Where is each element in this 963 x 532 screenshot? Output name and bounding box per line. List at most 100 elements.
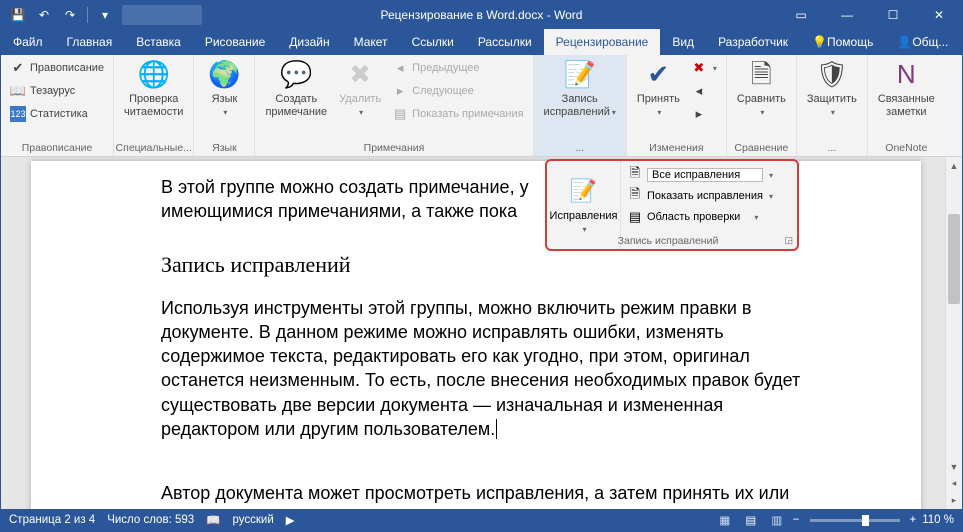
dialog-launcher-icon[interactable]: ◲ xyxy=(784,235,793,246)
spell-check-status[interactable]: 📖 xyxy=(206,513,220,527)
previous-label: Предыдущее xyxy=(412,62,479,74)
maximize-button[interactable]: ☐ xyxy=(870,1,916,29)
zoom-level[interactable]: 110 % xyxy=(922,514,954,526)
protect-icon: 🛡 xyxy=(816,59,848,91)
new-comment-label: Создать примечание xyxy=(265,93,327,118)
chevron-down-icon: ▾ xyxy=(831,108,835,117)
chevron-down-icon: ▾ xyxy=(657,108,661,117)
customize-qat-button[interactable]: ▾ xyxy=(94,4,116,26)
linked-notes-button[interactable]: N Связанные заметки xyxy=(874,57,939,120)
show-markup-dropdown[interactable]: 🗎Показать исправления▾ xyxy=(625,186,793,206)
scroll-track[interactable] xyxy=(946,174,962,458)
language-label: Язык xyxy=(212,93,238,105)
group-proofing: ✔Правописание 📖Тезаурус 123Статистика Пр… xyxy=(1,55,114,156)
track-changes-popup-label: Исправления xyxy=(550,210,618,222)
show-markup-label: Показать исправления xyxy=(647,190,763,202)
track-changes-button[interactable]: 📝 Запись исправлений▾ xyxy=(540,57,620,120)
chevron-down-icon: ▾ xyxy=(754,213,758,222)
reviewing-pane-label: Область проверки xyxy=(647,211,740,223)
accept-button[interactable]: ✔ Принять▾ xyxy=(633,57,684,120)
linked-notes-label: Связанные заметки xyxy=(878,93,935,118)
ribbon: ✔Правописание 📖 Тезаурус 123Статистика Пр… xyxy=(1,55,962,157)
zoom-out-button[interactable]: − xyxy=(793,514,800,526)
prev-change-icon: ◂ xyxy=(691,83,707,99)
tell-me-button[interactable]: 💡 Помощь xyxy=(800,29,885,55)
share-label: Общ... xyxy=(912,35,948,49)
tab-layout[interactable]: Макет xyxy=(342,29,400,55)
language-status[interactable]: русский xyxy=(232,514,273,526)
text-cursor xyxy=(496,419,497,439)
group-language-label: Язык xyxy=(194,142,254,154)
print-layout-button[interactable]: ▤ xyxy=(741,511,761,529)
delete-comment-button: ✖ Удалить▾ xyxy=(335,57,385,120)
prev-page-button[interactable]: ◂ xyxy=(946,475,962,492)
word-count-status[interactable]: Число слов: 593 xyxy=(107,514,194,526)
protect-button[interactable]: 🛡 Защитить▾ xyxy=(803,57,861,120)
group-tracking-label: ... xyxy=(534,142,626,154)
web-layout-button[interactable]: ▥ xyxy=(767,511,787,529)
zoom-slider[interactable] xyxy=(810,519,900,522)
new-comment-button[interactable]: 💬 Создать примечание xyxy=(261,57,331,120)
minimize-button[interactable]: — xyxy=(824,1,870,29)
tracking-group-label: Запись исправлений xyxy=(547,235,789,247)
group-compare: 🗎 Сравнить▾ Сравнение xyxy=(727,55,797,156)
tab-view[interactable]: Вид xyxy=(660,29,706,55)
chevron-down-icon: ▾ xyxy=(582,225,586,234)
prev-change-button[interactable]: ◂ xyxy=(688,80,720,102)
tab-file[interactable]: Файл xyxy=(1,29,55,55)
thesaurus-label: Тезаурус xyxy=(30,85,75,97)
tab-mailings[interactable]: Рассылки xyxy=(466,29,544,55)
next-change-button[interactable]: ▸ xyxy=(688,103,720,125)
macro-status[interactable]: ▶ xyxy=(286,513,295,527)
zoom-in-button[interactable]: + xyxy=(910,514,917,526)
spelling-button[interactable]: ✔Правописание xyxy=(7,57,107,79)
show-comments-icon: ▤ xyxy=(392,106,408,122)
tab-developer[interactable]: Разработчик xyxy=(706,29,800,55)
tracking-group-callout: 📝 Исправления▾ 🗎Все исправления▾ 🗎Показа… xyxy=(545,159,799,251)
group-language: 🌍 Язык▾ Язык xyxy=(194,55,255,156)
scroll-thumb[interactable] xyxy=(948,214,960,304)
scroll-up-button[interactable]: ▲ xyxy=(946,157,962,174)
heading: Запись исправлений xyxy=(161,252,821,278)
save-button[interactable]: 💾 xyxy=(7,4,29,26)
share-button[interactable]: 👤 Общ... xyxy=(885,29,962,55)
tab-review[interactable]: Рецензирование xyxy=(544,29,661,55)
tab-design[interactable]: Дизайн xyxy=(277,29,341,55)
title-bar: 💾 ↶ ↷ ▾ Рецензирование в Word.docx - Wor… xyxy=(1,1,962,29)
tab-references[interactable]: Ссылки xyxy=(400,29,466,55)
tab-insert[interactable]: Вставка xyxy=(124,29,193,55)
status-bar: Страница 2 из 4 Число слов: 593 📖 русски… xyxy=(1,509,962,531)
account-badge[interactable] xyxy=(122,5,202,25)
accept-icon: ✔ xyxy=(642,59,674,91)
window-controls: ▭ — ☐ ✕ xyxy=(778,1,962,29)
page-number-status[interactable]: Страница 2 из 4 xyxy=(9,514,95,526)
language-button[interactable]: 🌍 Язык▾ xyxy=(200,57,248,120)
compare-button[interactable]: 🗎 Сравнить▾ xyxy=(733,57,790,120)
tab-home[interactable]: Главная xyxy=(55,29,125,55)
reject-button[interactable]: ✖▾ xyxy=(688,57,720,79)
ribbon-options-button[interactable]: ▭ xyxy=(778,1,824,29)
undo-button[interactable]: ↶ xyxy=(33,4,55,26)
group-accessibility: 🌐 Проверка читаемости Специальные... xyxy=(114,55,194,156)
zoom-thumb[interactable] xyxy=(862,515,869,526)
vertical-scrollbar[interactable]: ▲ ▼ ◂ ▸ xyxy=(945,157,962,509)
group-onenote: N Связанные заметки OneNote xyxy=(868,55,945,156)
close-button[interactable]: ✕ xyxy=(916,1,962,29)
thesaurus-button[interactable]: 📖 Тезаурус xyxy=(7,80,107,102)
chevron-down-icon: ▾ xyxy=(359,108,363,117)
display-for-review-dropdown[interactable]: 🗎Все исправления▾ xyxy=(625,165,793,185)
previous-comment-button: ◂Предыдущее xyxy=(389,57,526,79)
reviewing-pane-dropdown[interactable]: ▤ Область проверки ▾ xyxy=(625,207,793,227)
chevron-down-icon: ▾ xyxy=(769,171,773,180)
scroll-down-button[interactable]: ▼ xyxy=(946,458,962,475)
tab-draw[interactable]: Рисование xyxy=(193,29,277,55)
reviewing-pane-icon: ▤ xyxy=(627,209,643,225)
next-page-button[interactable]: ▸ xyxy=(946,492,962,509)
check-accessibility-button[interactable]: 🌐 Проверка читаемости xyxy=(120,57,187,120)
read-mode-button[interactable]: ▦ xyxy=(715,511,735,529)
word-count-button[interactable]: 123Статистика xyxy=(7,103,107,125)
redo-button[interactable]: ↷ xyxy=(59,4,81,26)
show-comments-label: Показать примечания xyxy=(412,108,523,120)
thesaurus-icon: 📖 xyxy=(10,83,26,99)
delete-comment-icon: ✖ xyxy=(344,59,376,91)
